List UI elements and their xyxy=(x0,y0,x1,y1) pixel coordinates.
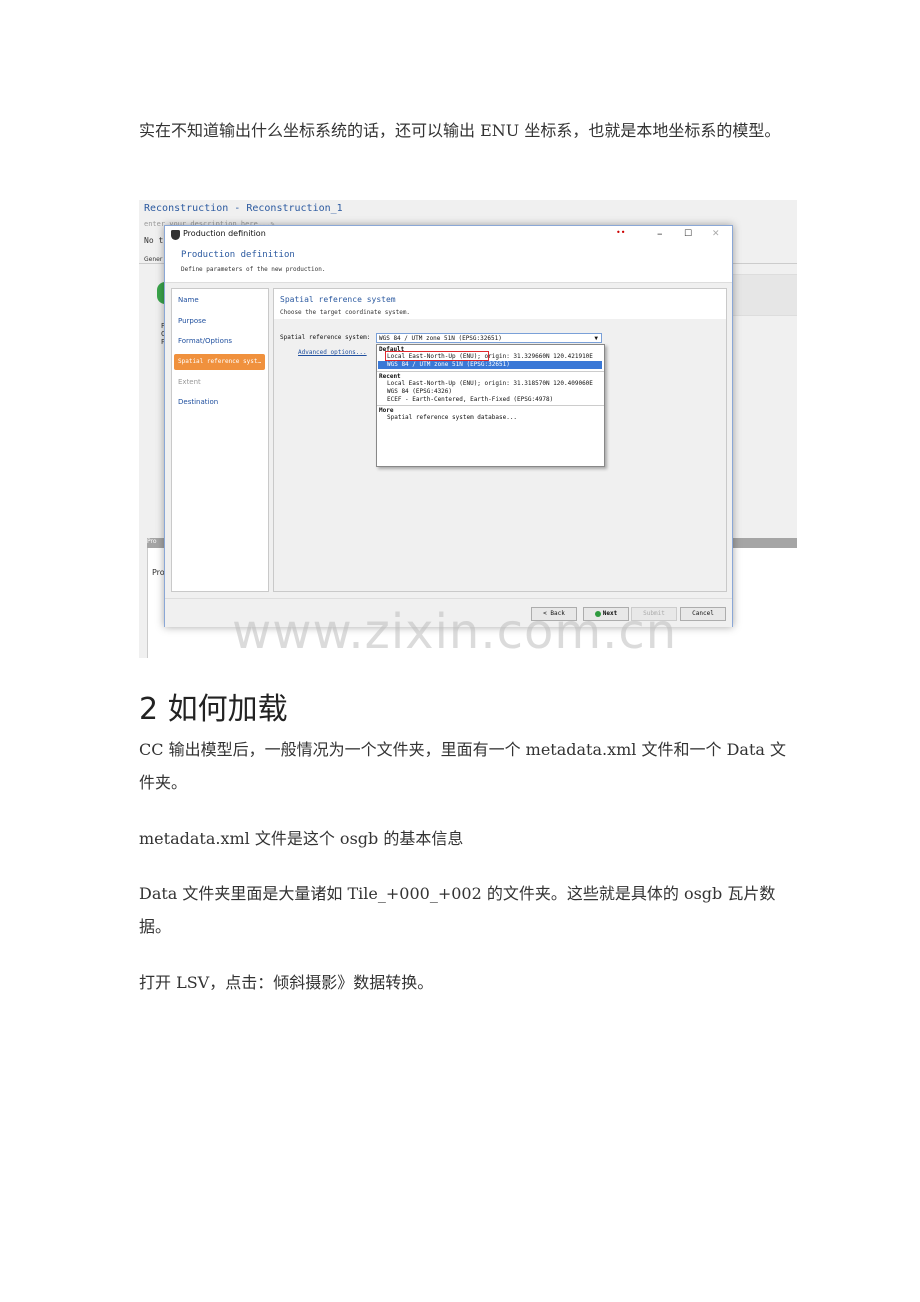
dropdown-group-more: More xyxy=(379,407,394,414)
background-window-title: Reconstruction - Reconstruction_1 xyxy=(144,203,343,214)
srs-select[interactable]: WGS 84 / UTM zone 51N (EPSG:32651) ▼ xyxy=(376,333,602,343)
screenshot-figure: Reconstruction - Reconstruction_1 enter … xyxy=(139,200,797,658)
dropdown-item-wgs84[interactable]: WGS 84 (EPSG:4326) xyxy=(387,388,452,395)
paragraph-1: CC 输出模型后，一般情况为一个文件夹，里面有一个 metadata.xml 文… xyxy=(139,740,787,792)
watermark: www.zixin.com.cn xyxy=(232,604,678,660)
background-right-panel xyxy=(731,274,797,316)
cancel-button[interactable]: Cancel xyxy=(680,607,726,621)
step-content: Spatial reference system Choose the targ… xyxy=(273,288,727,592)
dropdown-item-ecef[interactable]: ECEF - Earth-Centered, Earth-Fixed (EPSG… xyxy=(387,396,553,403)
dialog-title: Production definition xyxy=(183,229,266,238)
chevron-down-icon: ▼ xyxy=(594,335,598,342)
shield-icon xyxy=(171,230,180,240)
content-subtitle: Choose the target coordinate system. xyxy=(280,309,411,316)
background-bar-label: Pro xyxy=(147,538,157,545)
content-header: Spatial reference system Choose the targ… xyxy=(274,289,726,319)
dots-indicator: •• xyxy=(616,228,626,237)
dialog-header: Production definition Define parameters … xyxy=(165,244,732,283)
srs-dropdown-list: Default Local East-North-Up (ENU); origi… xyxy=(376,344,605,467)
close-button[interactable]: ✕ xyxy=(712,229,720,239)
section-heading: 2 如何加载 xyxy=(139,692,288,727)
dropdown-separator xyxy=(377,405,604,406)
dialog-heading: Production definition xyxy=(181,250,295,260)
minimize-button[interactable]: – xyxy=(657,227,663,240)
dropdown-item-enu-recent[interactable]: Local East-North-Up (ENU); origin: 31.31… xyxy=(387,380,593,387)
srs-selected-value: WGS 84 / UTM zone 51N (EPSG:32651) xyxy=(379,335,502,342)
content-title: Spatial reference system xyxy=(280,295,396,304)
dropdown-group-recent: Recent xyxy=(379,373,401,380)
intro-paragraph: 实在不知道输出什么坐标系统的话，还可以输出 ENU 坐标系，也就是本地坐标系的模… xyxy=(139,121,781,140)
highlight-annotation-box xyxy=(385,351,489,361)
srs-label: Spatial reference system: xyxy=(280,334,371,341)
step-purpose[interactable]: Purpose xyxy=(178,317,206,325)
production-definition-dialog: Production definition •• – ☐ ✕ Productio… xyxy=(164,225,733,627)
dropdown-separator xyxy=(377,371,604,372)
dropdown-item-srs-database[interactable]: Spatial reference system database... xyxy=(387,414,517,421)
dropdown-item-utm[interactable]: WGS 84 / UTM zone 51N (EPSG:32651) xyxy=(387,361,510,368)
step-extent[interactable]: Extent xyxy=(178,378,201,386)
background-lower-label: Pro xyxy=(152,568,165,577)
advanced-options-link[interactable]: Advanced options... xyxy=(298,349,367,356)
dialog-titlebar: Production definition •• – ☐ ✕ xyxy=(165,226,732,244)
background-tab: Gener xyxy=(144,256,163,263)
background-label: No t xyxy=(144,236,164,245)
paragraph-4: 打开 LSV，点击：倾斜摄影》数据转换。 xyxy=(139,973,434,992)
step-destination[interactable]: Destination xyxy=(178,398,218,406)
paragraph-3: Data 文件夹里面是大量诸如 Tile_+000_+002 的文件夹。这些就是… xyxy=(139,884,776,936)
step-name[interactable]: Name xyxy=(178,296,199,304)
step-format-options[interactable]: Format/Options xyxy=(178,337,232,345)
maximize-button[interactable]: ☐ xyxy=(684,229,692,239)
wizard-steps: Name Purpose Format/Options Spatial refe… xyxy=(171,288,269,592)
dialog-subheading: Define parameters of the new production. xyxy=(181,266,326,273)
paragraph-2: metadata.xml 文件是这个 osgb 的基本信息 xyxy=(139,829,464,848)
step-spatial-reference[interactable]: Spatial reference syst… xyxy=(174,354,265,370)
